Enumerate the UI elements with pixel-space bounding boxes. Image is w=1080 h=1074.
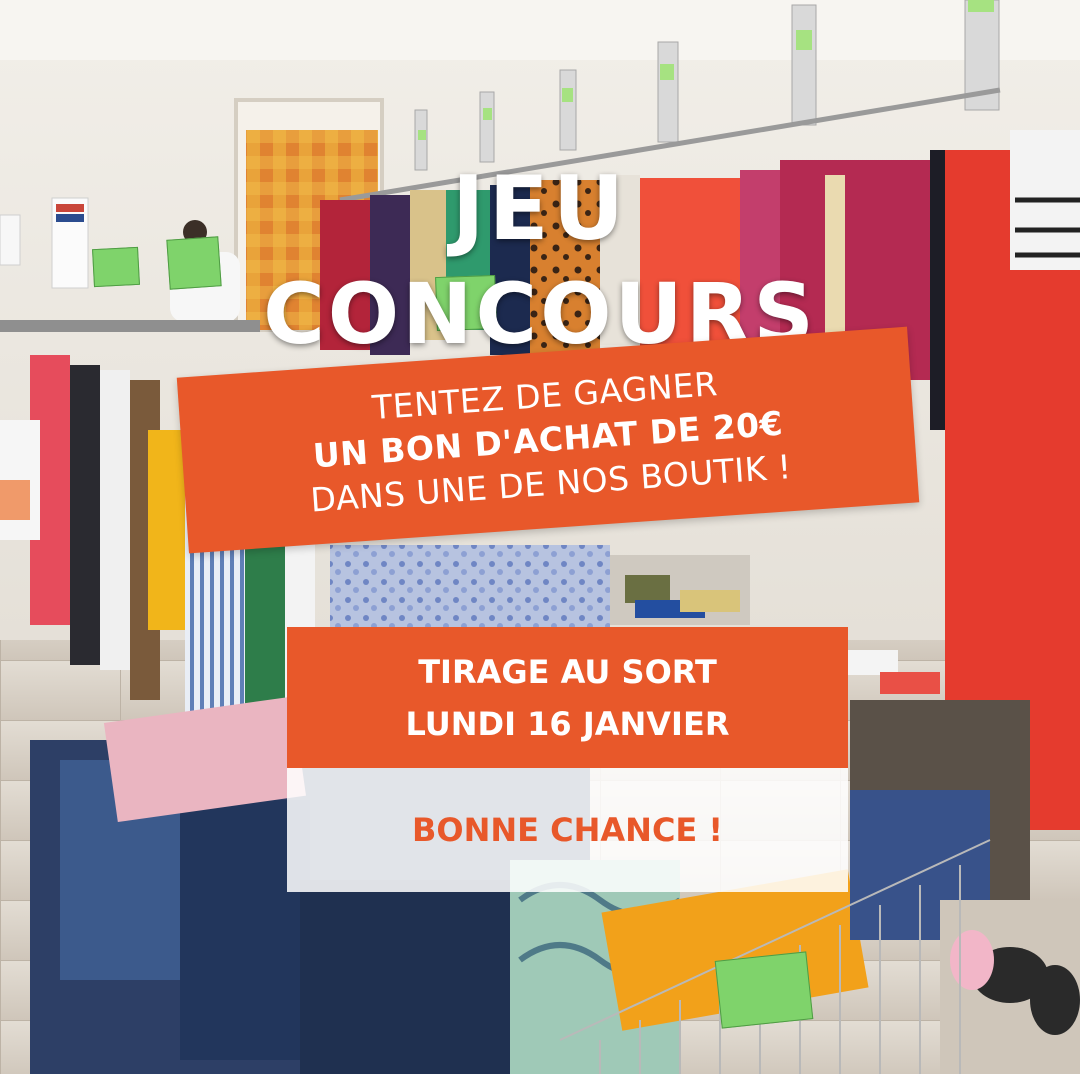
draw-title: TIRAGE AU SORT — [418, 652, 717, 691]
price-sign — [714, 951, 814, 1029]
draw-date: LUNDI 16 JANVIER — [405, 704, 730, 743]
headline-line-2: CONCOURS — [263, 265, 817, 363]
good-luck-text: BONNE CHANCE ! — [411, 811, 724, 849]
headline-line-1: JEU — [451, 157, 629, 260]
draw-date-panel: TIRAGE AU SORT LUNDI 16 JANVIER — [287, 627, 848, 768]
good-luck-panel: BONNE CHANCE ! — [287, 768, 848, 892]
